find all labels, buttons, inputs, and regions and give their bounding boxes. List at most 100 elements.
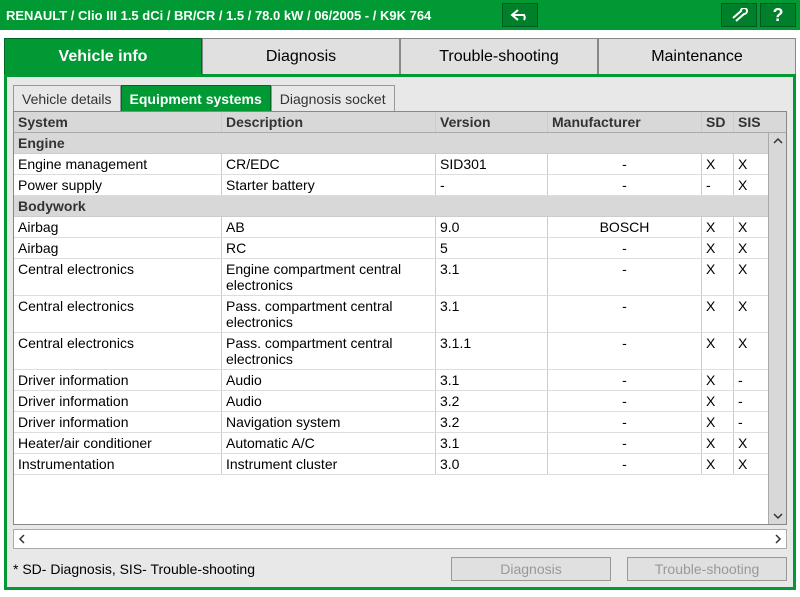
cell: - bbox=[734, 391, 766, 411]
table-row[interactable]: InstrumentationInstrument cluster3.0-XX bbox=[14, 454, 786, 475]
subtab-vehicle-details[interactable]: Vehicle details bbox=[13, 85, 121, 111]
subtab-diagnosis-socket[interactable]: Diagnosis socket bbox=[271, 85, 395, 111]
cell: - bbox=[548, 370, 702, 390]
cell: X bbox=[702, 154, 734, 174]
group-header: Engine bbox=[14, 133, 786, 154]
cell: X bbox=[734, 296, 766, 332]
cell: X bbox=[734, 259, 766, 295]
cell: X bbox=[702, 333, 734, 369]
scroll-down-button[interactable] bbox=[770, 508, 786, 524]
table-row[interactable]: Central electronicsPass. compartment cen… bbox=[14, 333, 786, 370]
horizontal-scrollbar[interactable] bbox=[13, 529, 787, 549]
cell: 3.1.1 bbox=[436, 333, 548, 369]
cell: Engine compartment central electronics bbox=[222, 259, 436, 295]
cell: Driver information bbox=[14, 391, 222, 411]
col-sd[interactable]: SD bbox=[702, 112, 734, 132]
sub-tabs: Vehicle details Equipment systems Diagno… bbox=[13, 85, 787, 111]
cell: Instrumentation bbox=[14, 454, 222, 474]
vertical-scrollbar[interactable] bbox=[768, 133, 786, 524]
table-row[interactable]: Heater/air conditionerAutomatic A/C3.1-X… bbox=[14, 433, 786, 454]
cell: SID301 bbox=[436, 154, 548, 174]
settings-button[interactable] bbox=[721, 3, 757, 27]
cell: Central electronics bbox=[14, 333, 222, 369]
equipment-table: System Description Version Manufacturer … bbox=[13, 111, 787, 525]
footer-row: * SD- Diagnosis, SIS- Trouble-shooting D… bbox=[13, 557, 787, 581]
main-tabs: Vehicle info Diagnosis Trouble-shooting … bbox=[4, 38, 796, 74]
cell: X bbox=[734, 217, 766, 237]
cell: Central electronics bbox=[14, 259, 222, 295]
cell: Instrument cluster bbox=[222, 454, 436, 474]
table-row[interactable]: Central electronicsEngine compartment ce… bbox=[14, 259, 786, 296]
cell: 3.1 bbox=[436, 370, 548, 390]
cell: - bbox=[548, 333, 702, 369]
cell: - bbox=[548, 296, 702, 332]
cell: X bbox=[702, 454, 734, 474]
cell: X bbox=[702, 217, 734, 237]
cell: Audio bbox=[222, 370, 436, 390]
subtab-equipment-systems[interactable]: Equipment systems bbox=[121, 85, 271, 111]
cell: X bbox=[702, 238, 734, 258]
table-row[interactable]: Driver informationAudio3.1-X- bbox=[14, 370, 786, 391]
cell: Central electronics bbox=[14, 296, 222, 332]
table-row[interactable]: Central electronicsPass. compartment cen… bbox=[14, 296, 786, 333]
cell: 3.1 bbox=[436, 296, 548, 332]
table-row[interactable]: Driver informationAudio3.2-X- bbox=[14, 391, 786, 412]
cell: X bbox=[702, 370, 734, 390]
troubleshooting-button[interactable]: Trouble-shooting bbox=[627, 557, 787, 581]
cell: Driver information bbox=[14, 370, 222, 390]
table-row[interactable]: AirbagRC5-XX bbox=[14, 238, 786, 259]
cell: - bbox=[548, 391, 702, 411]
chevron-down-icon bbox=[772, 510, 784, 522]
diagnosis-button[interactable]: Diagnosis bbox=[451, 557, 611, 581]
col-system[interactable]: System bbox=[14, 112, 222, 132]
page-area: Vehicle info Diagnosis Trouble-shooting … bbox=[0, 30, 800, 594]
table-row[interactable]: Driver informationNavigation system3.2-X… bbox=[14, 412, 786, 433]
legend-text: * SD- Diagnosis, SIS- Trouble-shooting bbox=[13, 561, 435, 577]
table-body: EngineEngine managementCR/EDCSID301-XXPo… bbox=[14, 133, 786, 524]
cell: 9.0 bbox=[436, 217, 548, 237]
tab-diagnosis[interactable]: Diagnosis bbox=[202, 38, 400, 74]
vehicle-path-title: RENAULT / Clio III 1.5 dCi / BR/CR / 1.5… bbox=[6, 8, 499, 23]
cell: Driver information bbox=[14, 412, 222, 432]
col-scroll-spacer bbox=[766, 112, 784, 132]
cell: Heater/air conditioner bbox=[14, 433, 222, 453]
table-row[interactable]: Engine managementCR/EDCSID301-XX bbox=[14, 154, 786, 175]
col-manufacturer[interactable]: Manufacturer bbox=[548, 112, 702, 132]
group-header: Bodywork bbox=[14, 196, 786, 217]
back-button[interactable] bbox=[502, 3, 538, 27]
cell: 3.1 bbox=[436, 433, 548, 453]
cell: Starter battery bbox=[222, 175, 436, 195]
cell: - bbox=[548, 454, 702, 474]
wrench-icon bbox=[729, 8, 749, 22]
col-version[interactable]: Version bbox=[436, 112, 548, 132]
col-sis[interactable]: SIS bbox=[734, 112, 766, 132]
tab-vehicle-info[interactable]: Vehicle info bbox=[4, 38, 202, 74]
chevron-right-icon bbox=[772, 533, 784, 545]
cell: - bbox=[734, 412, 766, 432]
cell: - bbox=[548, 433, 702, 453]
cell: X bbox=[702, 412, 734, 432]
cell: Navigation system bbox=[222, 412, 436, 432]
cell: - bbox=[436, 175, 548, 195]
scroll-up-button[interactable] bbox=[770, 133, 786, 149]
col-description[interactable]: Description bbox=[222, 112, 436, 132]
cell: Pass. compartment central electronics bbox=[222, 333, 436, 369]
cell: - bbox=[734, 370, 766, 390]
cell: BOSCH bbox=[548, 217, 702, 237]
cell: - bbox=[548, 154, 702, 174]
tab-maintenance[interactable]: Maintenance bbox=[598, 38, 796, 74]
cell: Airbag bbox=[14, 217, 222, 237]
table-row[interactable]: Power supplyStarter battery---X bbox=[14, 175, 786, 196]
cell: Pass. compartment central electronics bbox=[222, 296, 436, 332]
cell: - bbox=[702, 175, 734, 195]
cell: Audio bbox=[222, 391, 436, 411]
cell: X bbox=[702, 433, 734, 453]
cell: 3.2 bbox=[436, 412, 548, 432]
cell: X bbox=[702, 391, 734, 411]
tab-troubleshooting[interactable]: Trouble-shooting bbox=[400, 38, 598, 74]
table-row[interactable]: AirbagAB9.0BOSCHXX bbox=[14, 217, 786, 238]
cell: RC bbox=[222, 238, 436, 258]
cell: - bbox=[548, 238, 702, 258]
help-button[interactable]: ? bbox=[760, 3, 796, 27]
cell: - bbox=[548, 412, 702, 432]
